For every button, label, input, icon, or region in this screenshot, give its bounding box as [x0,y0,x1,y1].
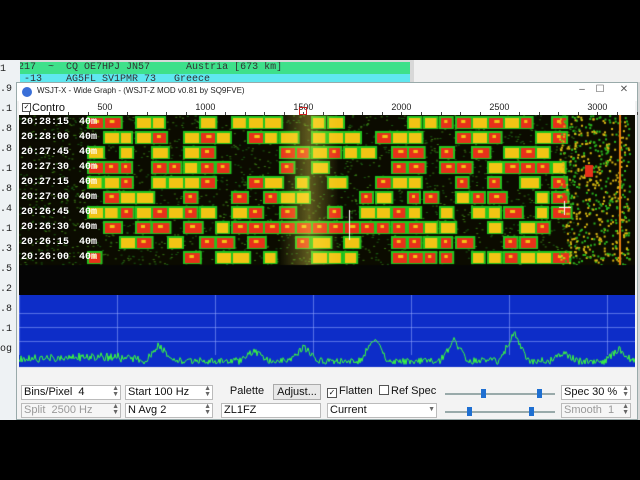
wide-graph-window: WSJT-X - Wide Graph - (WSJT-Z MOD v0.81 … [16,82,638,420]
side-label: .8 [0,144,13,155]
start-frequency-value: Start 100 Hz [128,386,190,398]
smooth-label: Smooth [564,404,602,416]
checkbox-icon: ✓ [327,388,337,398]
side-label: 1 [0,64,7,75]
n-avg-spinbox[interactable]: N Avg 2 ▲ ▼ [125,403,213,418]
adjust-button[interactable]: Adjust... [273,384,321,400]
ref-spec-label: Ref Spec [391,385,437,397]
side-label: .2 [0,284,13,295]
waterfall-timestamp: 20:28:15 [21,117,70,128]
frequency-tick-label: 3000 [587,102,608,112]
ref-spec-checkbox[interactable]: Ref Spec [379,385,436,397]
frequency-tick-label: 500 [97,102,113,112]
window-title: WSJT-X - Wide Graph - (WSJT-Z MOD v0.81 … [37,86,245,95]
waterfall-timestamp: 20:26:00 [21,252,70,263]
waterfall-band-label: 40m [79,192,98,203]
app-icon [22,87,32,97]
spin-arrows-icon: ▲ ▼ [204,403,211,416]
split-spinbox[interactable]: Split 2500 Hz ▲ ▼ [21,403,121,418]
smooth-spinbox[interactable]: Smooth 1 ▲ ▼ [561,403,631,418]
spin-arrows-icon: ▲ ▼ [622,385,629,398]
frequency-tick-label: 2000 [391,102,412,112]
palette-select-value: ZL1FZ [224,404,257,416]
waterfall-timestamp: 20:26:15 [21,237,70,248]
side-label: .8 [0,304,13,315]
waterfall-band-label: 40m [79,237,98,248]
waterfall-timestamp: 20:26:30 [21,222,70,233]
waterfall-band-label: 40m [79,147,98,158]
decode-row-text: 217 ~ CQ OE7HPJ JN57 Austria [673 km] [18,62,283,73]
side-label: .8 [0,124,13,135]
n-avg-value: N Avg 2 [128,404,167,416]
waterfall-timestamp: 20:27:30 [21,162,70,173]
maximize-button[interactable]: ☐ [591,84,609,95]
spin-arrows-icon: ▲ ▼ [112,385,119,398]
waterfall-timestamp: 20:27:00 [21,192,70,203]
waterfall-band-label: 40m [79,132,98,143]
frequency-tick-label: 2500 [489,102,510,112]
split-value: 2500 Hz [51,404,93,416]
top-black-band [0,0,640,60]
side-label: .9 [0,84,13,95]
spectrum-display[interactable] [19,295,635,383]
palette-select[interactable]: ZL1FZ [221,403,321,418]
rx-frequency-marker[interactable] [299,107,307,115]
title-bar[interactable]: WSJT-X - Wide Graph - (WSJT-Z MOD v0.81 … [17,83,637,101]
side-label: og [0,344,13,355]
spin-arrows-icon: ▲ ▼ [204,385,211,398]
controls-checkbox[interactable]: ✓ [22,103,31,112]
frequency-scale-bar[interactable]: ✓ Contro 500 1000 1500 2000 2500 3000 [19,101,638,115]
background-window-panel [414,60,640,82]
spec-percent-value: Spec 30 % [564,386,618,398]
palette-button[interactable]: Palette [221,384,273,400]
split-label: Split [24,404,46,416]
slider-thumb[interactable] [467,407,472,416]
close-button[interactable]: ✕ [615,84,633,95]
waterfall-display[interactable] [19,115,635,295]
spectrum-mode-value: Current [330,404,367,416]
chevron-down-icon: ▼ [428,406,435,413]
waterfall-band-label: 40m [79,207,98,218]
waterfall-timestamp: 20:27:15 [21,177,70,188]
spin-arrows-icon: ▲ ▼ [622,403,629,416]
waterfall-timestamp: 20:26:45 [21,207,70,218]
waterfall-band-label: 40m [79,117,98,128]
decode-row[interactable]: 0 217 ~ CQ OE7HPJ JN57 Austria [673 km] [0,62,410,74]
flatten-checkbox[interactable]: ✓ Flatten [327,385,373,398]
side-label: .8 [0,184,13,195]
spectrum-mode-select[interactable]: Current ▼ [327,403,437,418]
waterfall-timestamp: 20:27:45 [21,147,70,158]
smooth-value: 1 [608,404,615,416]
waterfall-band-label: 40m [79,177,98,188]
side-label: .1 [0,224,13,235]
bins-per-pixel-spinbox[interactable]: Bins/Pixel 4 ▲ ▼ [21,385,121,400]
flatten-label: Flatten [339,385,373,397]
frequency-tick [636,112,638,115]
waterfall-band-label: 40m [79,222,98,233]
side-label: .5 [0,264,13,275]
spin-arrows-icon: ▲ ▼ [112,403,119,416]
slider-thumb[interactable] [537,389,542,398]
spec-percent-spinbox[interactable]: Spec 30 % ▲ ▼ [561,385,631,400]
waterfall-band-label: 40m [79,252,98,263]
slider-thumb[interactable] [481,389,486,398]
bins-per-pixel-label: Bins/Pixel [24,386,73,398]
side-label: .1 [0,164,13,175]
start-frequency-spinbox[interactable]: Start 100 Hz ▲ ▼ [125,385,213,400]
side-label: .3 [0,244,13,255]
slider-track[interactable] [445,407,555,416]
minimize-button[interactable]: – [573,84,591,95]
slider-thumb[interactable] [529,407,534,416]
bins-per-pixel-value: 4 [78,386,85,398]
side-label: .1 [0,104,13,115]
bottom-black-band [0,420,640,480]
slider-track[interactable] [445,389,555,398]
waterfall-timestamp: 20:28:00 [21,132,70,143]
checkbox-icon [379,385,389,395]
frequency-tick-label: 1000 [195,102,216,112]
waterfall-band-label: 40m [79,162,98,173]
side-label: .1 [0,324,13,335]
side-label: .4 [0,204,13,215]
